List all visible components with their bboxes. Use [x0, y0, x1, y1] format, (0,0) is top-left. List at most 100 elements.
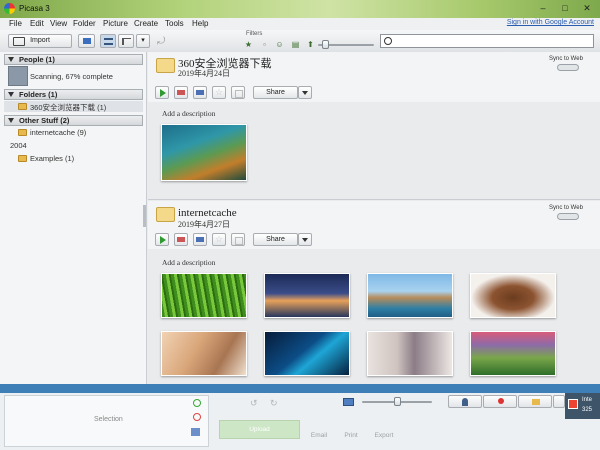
- chevron-down-icon: ▾: [141, 37, 145, 44]
- folders-header-label: Folders (1): [19, 90, 58, 99]
- album-date: 2019年4月27日: [178, 220, 230, 229]
- photo-thumbnail[interactable]: [264, 331, 350, 376]
- export-button[interactable]: Export: [371, 432, 397, 439]
- album-description[interactable]: Add a description: [162, 258, 215, 267]
- folders-section-header[interactable]: Folders (1): [4, 89, 143, 100]
- filters-label: Filters: [246, 31, 263, 37]
- collapse-triangle-icon: [8, 57, 14, 62]
- menu-edit[interactable]: Edit: [30, 19, 44, 28]
- menu-folder[interactable]: Folder: [73, 19, 96, 28]
- clear-icon[interactable]: [193, 413, 201, 421]
- places-tray-button[interactable]: [483, 395, 517, 408]
- save-disk-icon[interactable]: [231, 233, 245, 246]
- signin-link[interactable]: Sign in with Google Account: [507, 19, 594, 26]
- close-button[interactable]: ✕: [576, 1, 598, 15]
- add-to-album-button[interactable]: [78, 34, 95, 48]
- menu-file[interactable]: File: [9, 19, 22, 28]
- geotag-filter-icon[interactable]: ⬆: [306, 40, 315, 49]
- list-view-icon: [122, 38, 131, 45]
- person-icon: [462, 398, 468, 406]
- info-tray-button[interactable]: [553, 395, 565, 408]
- email-button[interactable]: Email: [308, 432, 330, 439]
- minimize-button[interactable]: –: [532, 1, 554, 15]
- sidebar-folder-360[interactable]: 360安全浏览器下载 (1): [30, 102, 106, 113]
- star-filter-icon[interactable]: ★: [244, 40, 253, 49]
- other-header-label: Other Stuff (2): [19, 116, 70, 125]
- sidebar-folder-internetcache[interactable]: internetcache (9): [30, 128, 86, 137]
- picasa-notify-icon: [568, 399, 578, 409]
- tag-icon: [532, 399, 540, 405]
- search-input[interactable]: [395, 36, 587, 46]
- selection-label: Selection: [94, 416, 123, 423]
- movie-icon[interactable]: [193, 86, 207, 99]
- rotate-left-icon[interactable]: ↺: [250, 398, 258, 409]
- maximize-button[interactable]: □: [554, 1, 576, 15]
- photo-thumbnail[interactable]: [161, 331, 247, 376]
- menu-view[interactable]: View: [50, 19, 67, 28]
- people-tray-button[interactable]: [448, 395, 482, 408]
- sidebar-resize-handle[interactable]: [143, 205, 146, 227]
- window-title: Picasa 3: [19, 4, 50, 13]
- menu-help[interactable]: Help: [192, 19, 208, 28]
- star-icon[interactable]: ☆: [212, 86, 226, 99]
- photo-thumbnail[interactable]: [367, 331, 453, 376]
- photo-thumbnail[interactable]: [264, 273, 350, 318]
- photo-thumbnail[interactable]: [470, 331, 556, 376]
- sync-to-web-toggle[interactable]: [557, 64, 579, 71]
- add-to-album-tray-icon[interactable]: [191, 428, 200, 436]
- photo-thumbnail[interactable]: [161, 273, 247, 318]
- other-stuff-section-header[interactable]: Other Stuff (2): [4, 115, 143, 126]
- people-section-header[interactable]: People (1): [4, 54, 143, 65]
- play-slideshow-icon[interactable]: [155, 233, 169, 246]
- sync-to-web-label: Sync to Web: [549, 56, 583, 62]
- sync-to-web-toggle[interactable]: [557, 213, 579, 220]
- thumbnail-view-button[interactable]: [100, 34, 116, 48]
- folder-icon: [18, 103, 27, 110]
- rotate-icon[interactable]: ⤾: [157, 36, 165, 47]
- face-filter-icon[interactable]: ☺: [275, 40, 284, 49]
- notification-subtitle: 325: [582, 407, 593, 413]
- share-dropdown[interactable]: [298, 233, 312, 246]
- menu-tools[interactable]: Tools: [165, 19, 184, 28]
- star-icon[interactable]: ☆: [212, 233, 226, 246]
- collage-icon[interactable]: [174, 86, 188, 99]
- map-pin-icon: [498, 398, 504, 404]
- play-slideshow-icon[interactable]: [155, 86, 169, 99]
- view-dropdown-button[interactable]: ▾: [136, 34, 150, 48]
- search-box[interactable]: [380, 34, 594, 48]
- camera-icon: [13, 37, 25, 46]
- share-dropdown[interactable]: [298, 86, 312, 99]
- collage-icon[interactable]: [174, 233, 188, 246]
- share-button[interactable]: Share: [253, 233, 298, 246]
- upload-filter-icon[interactable]: ▤: [291, 40, 300, 49]
- tags-tray-button[interactable]: [518, 395, 552, 408]
- movie-icon[interactable]: [193, 233, 207, 246]
- upload-button[interactable]: Upload: [219, 420, 300, 439]
- video-filter-icon[interactable]: ▫: [260, 40, 269, 49]
- picasa-app-icon: [4, 3, 15, 14]
- scanning-status: Scanning, 67% complete: [30, 72, 113, 81]
- album-description[interactable]: Add a description: [162, 109, 215, 118]
- photo-thumbnail[interactable]: [367, 273, 453, 318]
- photo-thumbnail[interactable]: [470, 273, 556, 318]
- share-button[interactable]: Share: [253, 86, 298, 99]
- rotate-right-icon[interactable]: ↻: [270, 398, 278, 409]
- print-button[interactable]: Print: [340, 432, 362, 439]
- grid-view-icon: [104, 38, 113, 45]
- photo-thumbnail[interactable]: [161, 124, 247, 181]
- year-label: 2004: [10, 141, 27, 150]
- hold-icon[interactable]: [193, 399, 201, 407]
- sidebar-folder-examples[interactable]: Examples (1): [30, 154, 74, 163]
- list-view-button[interactable]: [118, 34, 134, 48]
- notification-title: Inte: [582, 397, 593, 403]
- date-filter-knob[interactable]: [322, 40, 329, 49]
- menu-picture[interactable]: Picture: [103, 19, 128, 28]
- notification-popup[interactable]: Inte 325: [565, 393, 600, 419]
- thumbnail-size-knob[interactable]: [394, 397, 401, 406]
- chevron-down-icon: [302, 238, 308, 242]
- album-title[interactable]: internetcache: [178, 207, 237, 219]
- person-avatar[interactable]: [8, 66, 28, 86]
- save-disk-icon[interactable]: [231, 86, 245, 99]
- menu-create[interactable]: Create: [134, 19, 158, 28]
- import-button[interactable]: Import: [8, 34, 72, 48]
